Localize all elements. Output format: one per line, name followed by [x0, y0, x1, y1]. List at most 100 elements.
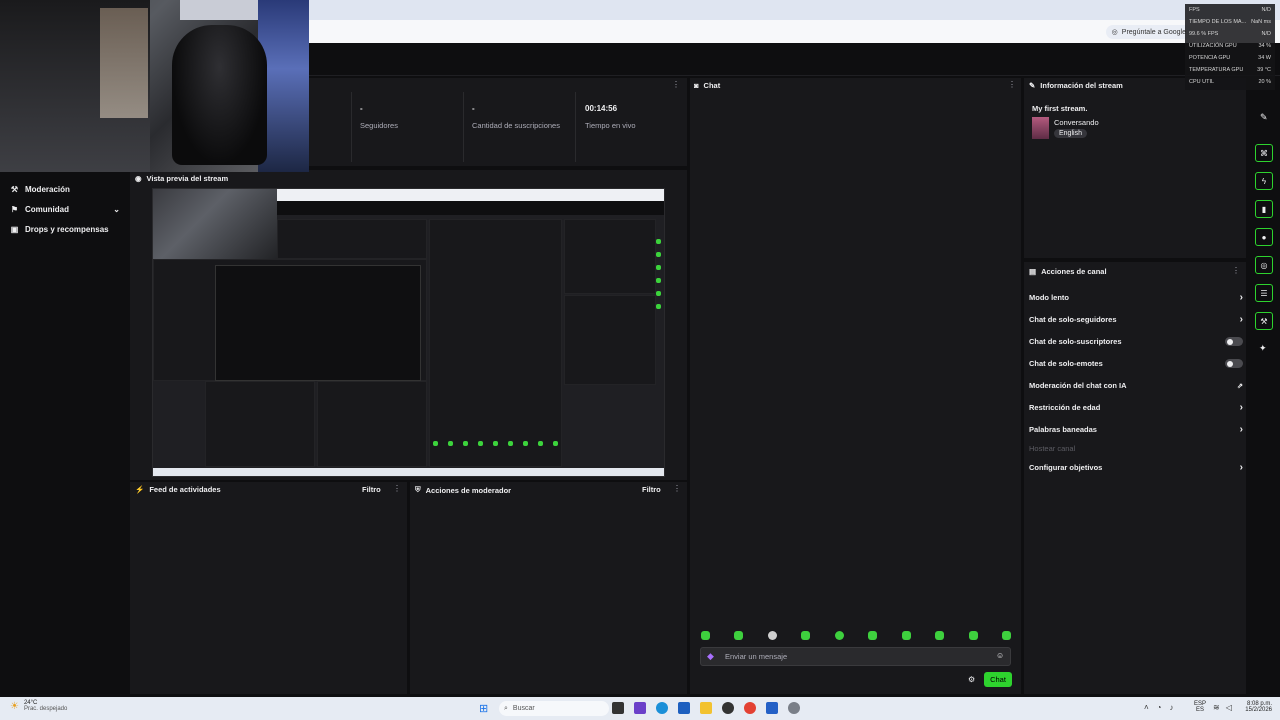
chevron-right-icon: ›: [1239, 402, 1243, 413]
action-goals[interactable]: Configurar objetivos ›: [1029, 462, 1243, 473]
bookmark-icon: ▮: [1261, 204, 1267, 214]
activity-feed-filter-button[interactable]: Filtro: [362, 485, 381, 494]
edit-icon[interactable]: ✎: [1260, 112, 1268, 123]
bits-icon[interactable]: ◆: [707, 651, 714, 662]
emote-button[interactable]: [868, 631, 878, 640]
tools-button[interactable]: ⚒: [1255, 312, 1273, 330]
preview-emote: [553, 441, 558, 446]
stat-label: Seguidores: [360, 121, 398, 130]
vpn-icon[interactable]: [766, 702, 778, 714]
volume-icon[interactable]: ◁: [1226, 703, 1232, 712]
action-followers-only[interactable]: Chat de solo-seguidores ›: [1029, 314, 1243, 325]
chat-bubble-icon: ◙: [694, 81, 699, 90]
store-icon[interactable]: [678, 702, 690, 714]
mic-icon[interactable]: ♪: [1170, 703, 1174, 712]
eye-icon: ◉: [135, 174, 142, 183]
stream-title: My first stream.: [1032, 104, 1088, 113]
community-icon: ⚑: [10, 205, 19, 214]
emote-button[interactable]: [935, 631, 945, 640]
stat-label: Tiempo en vivo: [585, 121, 636, 130]
sidebar-item-community[interactable]: ⚑ Comunidad ⌄: [10, 205, 120, 214]
preview-rail-btn: [656, 252, 661, 257]
emote-button[interactable]: [1001, 631, 1011, 640]
preview-browser-bar: [277, 189, 664, 201]
emote-picker-icon[interactable]: ☺: [996, 651, 1004, 660]
mod-actions-filter-button[interactable]: Filtro: [642, 485, 661, 494]
bolt-icon: ϟ: [1261, 176, 1267, 186]
chat-input[interactable]: Enviar un mensaje: [700, 647, 1011, 666]
stream-info-title: Información del stream: [1040, 81, 1123, 90]
preview-emote: [463, 441, 468, 446]
emote-button[interactable]: [767, 631, 777, 640]
edge-icon[interactable]: [656, 702, 668, 714]
osd-label: UTILIZACIÓN GPU: [1189, 43, 1237, 49]
clock[interactable]: 8:08 p.m. 15/2/2026: [1240, 701, 1272, 713]
ad-button[interactable]: ϟ: [1255, 172, 1273, 190]
network-icon[interactable]: ◔: [1157, 703, 1162, 712]
raid-button[interactable]: ◎: [1255, 256, 1273, 274]
stats-menu-icon[interactable]: ⋮: [672, 80, 680, 89]
chrome-icon[interactable]: [744, 702, 756, 714]
chat-settings-icon[interactable]: ⚙: [968, 675, 975, 684]
chat-input-placeholder: Enviar un mensaje: [725, 652, 788, 661]
mod-actions-menu-icon[interactable]: ⋮: [673, 484, 681, 493]
stream-preview-title: Vista previa del stream: [146, 174, 229, 183]
action-banned-words[interactable]: Palabras baneadas ›: [1029, 424, 1243, 435]
external-link-icon: ⇗: [1237, 382, 1243, 390]
preview-emote: [433, 441, 438, 446]
stream-preview-video[interactable]: [152, 188, 665, 477]
webcam-chair: [172, 25, 267, 165]
action-slow-mode[interactable]: Modo lento ›: [1029, 292, 1243, 303]
ask-google-label: Pregúntale a Google: [1121, 28, 1186, 36]
action-label: Palabras baneadas: [1029, 425, 1097, 434]
activity-feed-menu-icon[interactable]: ⋮: [393, 484, 401, 493]
action-ai-moderation[interactable]: Moderación del chat con IA ⇗: [1029, 381, 1243, 390]
weather-desc: Prac. despejado: [23, 706, 68, 712]
osd-value: NaN ms: [1251, 19, 1271, 25]
chevron-up-icon[interactable]: ˄: [1144, 703, 1149, 712]
channel-actions-menu-icon[interactable]: ⋮: [1232, 266, 1240, 275]
language-tag[interactable]: English: [1054, 129, 1087, 138]
emote-button[interactable]: [701, 631, 710, 640]
sidebar-item-drops[interactable]: ▣ Drops y recompensas: [10, 225, 109, 234]
settings-icon[interactable]: [788, 702, 800, 714]
action-label: Chat de solo-emotes: [1029, 359, 1103, 368]
emote-button[interactable]: [901, 631, 911, 640]
obs-icon[interactable]: [722, 702, 734, 714]
poll-button[interactable]: ☰: [1255, 284, 1273, 302]
file-explorer-icon[interactable]: [700, 702, 712, 714]
sidebar-item-label: Moderación: [25, 185, 70, 194]
subscribers-only-toggle[interactable]: [1225, 337, 1243, 346]
stat-subscriptions: - Cantidad de suscripciones: [472, 104, 560, 130]
weather-widget[interactable]: ☀ 24°C Prac. despejado: [10, 700, 67, 712]
quick-actions-rail: [1250, 76, 1280, 694]
chat-menu-icon[interactable]: ⋮: [1008, 80, 1016, 89]
chevron-right-icon: ›: [1239, 424, 1243, 435]
start-icon[interactable]: ⊞: [479, 702, 488, 715]
more-actions-icon[interactable]: ✦: [1259, 343, 1267, 354]
taskbar-search[interactable]: ⌕ Buscar: [499, 701, 609, 716]
chat-shortcut-button[interactable]: ●: [1255, 228, 1273, 246]
osd-label: 99.6 % FPS: [1189, 31, 1219, 37]
clip-button[interactable]: ⌘: [1255, 144, 1273, 162]
photoshop-icon[interactable]: [634, 702, 646, 714]
marker-button[interactable]: ▮: [1255, 200, 1273, 218]
ask-google-button[interactable]: ◎ Pregúntale a Google: [1105, 25, 1192, 39]
action-emotes-only: Chat de solo-emotes: [1029, 359, 1243, 368]
language-indicator[interactable]: ESP ES: [1194, 701, 1206, 713]
wrench-icon: ⚒: [10, 185, 19, 194]
emote-button[interactable]: [801, 631, 811, 640]
sidebar-item-moderation[interactable]: ⚒ Moderación: [10, 185, 70, 194]
activity-feed-header: ⚡ Feed de actividades: [135, 485, 221, 494]
emotes-only-toggle[interactable]: [1225, 359, 1243, 368]
emote-button[interactable]: [968, 631, 978, 640]
emote-button[interactable]: [734, 631, 744, 640]
chat-send-button[interactable]: Chat: [984, 672, 1012, 687]
task-view-icon[interactable]: [612, 702, 624, 714]
wifi-icon[interactable]: ≋: [1213, 703, 1220, 712]
chat-send-label: Chat: [990, 675, 1006, 684]
action-age-restriction[interactable]: Restricción de edad ›: [1029, 402, 1243, 413]
chat-title: Chat: [703, 81, 721, 90]
emote-button[interactable]: [834, 631, 844, 640]
preview-chat: [429, 219, 562, 467]
